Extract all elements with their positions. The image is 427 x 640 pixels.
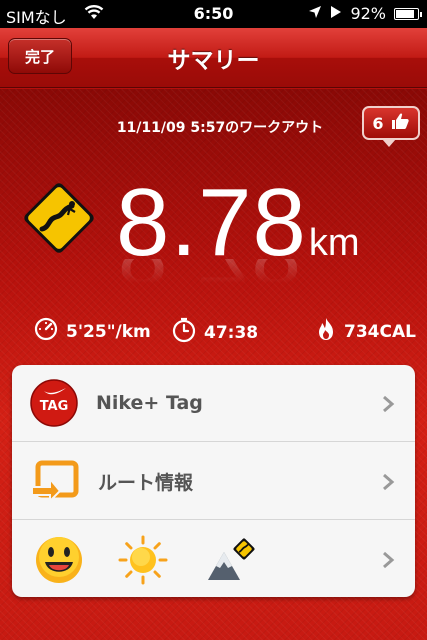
smiley-icon — [34, 535, 84, 585]
flame-icon — [316, 317, 336, 346]
stopwatch-icon — [172, 317, 196, 348]
route-share-icon — [30, 459, 80, 504]
chevron-right-icon — [383, 473, 395, 491]
cheer-count: 6 — [372, 113, 384, 133]
distance-value: 8.78 — [116, 169, 307, 276]
sun-icon — [118, 535, 168, 585]
location-arrow-icon — [308, 4, 322, 23]
battery-percent: 92% — [350, 4, 386, 23]
calories-value: 734CAL — [344, 321, 416, 342]
speedometer-icon — [34, 317, 58, 346]
pace-stat: 5'25"/km — [34, 317, 151, 346]
nike-tag-label: Nike+ Tag — [96, 392, 203, 414]
tag-icon-text: TAG — [39, 399, 69, 414]
winding-road-icon — [20, 179, 98, 257]
duration-stat: 47:38 — [172, 317, 258, 348]
workout-summary: 11/11/09 5:57のワークアウト 6 8.78 km 8.78 — [0, 89, 427, 640]
distance-display: 8.78 km — [116, 175, 360, 271]
duration-value: 47:38 — [204, 322, 259, 343]
chevron-right-icon — [383, 551, 395, 569]
terrain-warning-icon — [206, 538, 256, 582]
menu-card: TAG Nike+ Tag ルート情報 — [12, 365, 415, 597]
nike-tag-row[interactable]: TAG Nike+ Tag — [12, 365, 415, 442]
cheer-badge[interactable]: 6 — [362, 106, 420, 147]
nike-tag-icon: TAG — [30, 379, 78, 427]
stats-row: 5'25"/km 47:38 734CAL — [0, 317, 427, 343]
calories-stat: 734CAL — [316, 317, 416, 346]
pace-value: 5'25"/km — [66, 321, 151, 342]
nav-bar: 完了 サマリー — [0, 28, 427, 88]
battery-icon — [394, 7, 422, 20]
status-bar: SIMなし 6:50 92% — [0, 0, 427, 28]
route-info-row[interactable]: ルート情報 — [12, 443, 415, 520]
conditions-row[interactable] — [12, 521, 415, 597]
thumbs-up-icon — [390, 112, 410, 134]
route-info-label: ルート情報 — [98, 471, 194, 494]
chevron-right-icon — [383, 395, 395, 413]
distance-reflection: 8.78 — [116, 259, 396, 299]
page-title: サマリー — [167, 48, 260, 74]
play-icon — [330, 4, 342, 23]
